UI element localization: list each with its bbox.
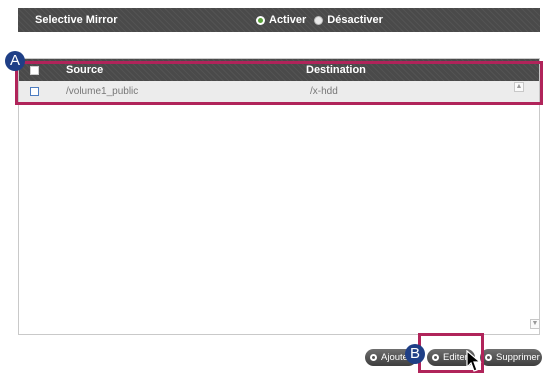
deactivate-radio[interactable] [314, 15, 324, 25]
mode-radio-group: Activer Désactiver [256, 14, 391, 26]
delete-button-label: Supprimer [496, 352, 540, 363]
callout-marker-a: A [5, 51, 25, 71]
selective-mirror-bar: Selective Mirror Activer Désactiver [18, 8, 540, 32]
mouse-pointer-icon [466, 350, 482, 372]
delete-button[interactable]: Supprimer [480, 349, 542, 366]
add-icon [370, 354, 377, 361]
callout-marker-b: B [405, 344, 425, 364]
activate-radio[interactable] [256, 15, 265, 25]
callout-a-highlight [15, 61, 543, 105]
section-title: Selective Mirror [35, 14, 118, 26]
delete-icon [485, 354, 492, 361]
activate-label[interactable]: Activer [269, 14, 306, 26]
scroll-down-arrow-icon[interactable]: ▼ [530, 319, 540, 329]
deactivate-label[interactable]: Désactiver [327, 14, 383, 26]
